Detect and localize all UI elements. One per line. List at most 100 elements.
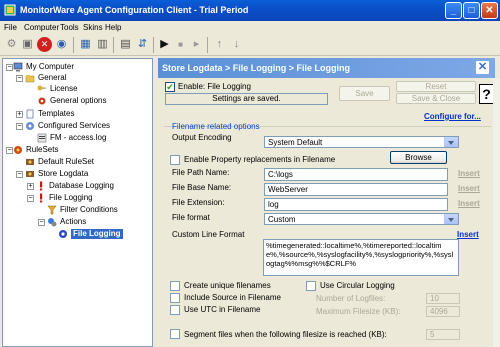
file-format-label: File format — [172, 213, 210, 222]
file-format-select[interactable]: Custom — [264, 213, 459, 225]
rule-icon — [26, 159, 34, 165]
collapse-toggle[interactable]: − — [6, 147, 13, 154]
collapse-toggle[interactable]: − — [38, 219, 45, 226]
max-filesize-label: Maximum Filesize (KB): — [316, 307, 401, 316]
menu-skins[interactable]: Skins — [83, 23, 103, 32]
save-button[interactable]: Save — [339, 86, 390, 101]
title-bar: MonitorWare Agent Configuration Client -… — [0, 0, 500, 21]
stop-small-icon[interactable]: ■ — [173, 37, 188, 52]
grid-icon[interactable]: ▥ — [95, 37, 110, 52]
ruleset-icon — [14, 146, 22, 154]
maximize-button[interactable]: □ — [463, 2, 480, 19]
key-icon — [37, 85, 46, 91]
collapse-toggle[interactable]: − — [16, 171, 23, 178]
play-icon[interactable]: ▶ — [157, 37, 172, 52]
output-encoding-label: Output Encoding — [172, 133, 232, 142]
menu-help[interactable]: Help — [105, 23, 121, 32]
panel-scrollbar[interactable] — [493, 78, 500, 347]
custom-line-textarea[interactable]: %timegenerated::localtime%,%timereported… — [263, 239, 459, 276]
collapse-toggle[interactable]: − — [16, 75, 23, 82]
tree-icon[interactable]: ▦ — [78, 37, 93, 52]
breadcrumb: Store Logdata > File Logging > File Logg… — [162, 63, 350, 73]
collapse-toggle[interactable]: − — [6, 64, 13, 71]
num-logfiles-input[interactable]: 10 — [426, 293, 460, 304]
num-logfiles-label: Number of Logfiles: — [316, 294, 386, 303]
status-message: Settings are saved. — [165, 93, 328, 105]
custom-line-label: Custom Line Format — [172, 230, 245, 239]
menu-computer[interactable]: Computer — [24, 23, 59, 32]
menu-file[interactable]: File — [4, 23, 17, 32]
computer-icon — [13, 62, 23, 72]
file-base-label: File Base Name: — [172, 183, 232, 192]
enable-label: Enable: File Logging — [178, 82, 251, 91]
menu-bar: File Computer Tools Skins Help — [0, 21, 500, 34]
connect-icon[interactable]: ◉ — [54, 37, 69, 52]
help-icon[interactable]: ? — [479, 84, 494, 104]
segment-size-input[interactable]: 5 — [426, 329, 460, 340]
export-icon[interactable]: ⇵ — [135, 37, 150, 52]
enable-checkbox[interactable]: ✔ — [165, 82, 175, 92]
expand-toggle[interactable]: + — [16, 111, 23, 118]
config-tree[interactable]: − My Computer − General License General … — [2, 58, 153, 347]
exclamation-icon — [40, 193, 43, 203]
segment-files-label: Segment files when the following filesiz… — [184, 330, 387, 339]
circular-logging-label: Use Circular Logging — [320, 281, 395, 290]
pause-play-icon[interactable]: ▸ — [189, 37, 204, 52]
chevron-down-icon — [444, 214, 458, 224]
save-close-button[interactable]: Save & Close — [396, 93, 476, 104]
insert-link-custom[interactable]: Insert — [457, 230, 479, 239]
panel-header: Store Logdata > File Logging > File Logg… — [158, 58, 495, 78]
output-encoding-select[interactable]: System Default — [264, 136, 459, 148]
template-icon — [26, 109, 34, 119]
include-source-label: Include Source in Filename — [184, 293, 281, 302]
file-ext-input[interactable]: log — [264, 198, 448, 211]
window-title: MonitorWare Agent Configuration Client -… — [20, 5, 249, 15]
max-filesize-input[interactable]: 4096 — [426, 306, 460, 317]
filter-icon — [47, 205, 57, 215]
browse-button[interactable]: Browse — [390, 151, 447, 164]
file-ext-label: File Extension: — [172, 198, 225, 207]
stop-icon[interactable]: ✕ — [37, 37, 52, 52]
up-arrow-icon[interactable]: ↑ — [212, 37, 227, 52]
minimize-button[interactable]: _ — [445, 2, 462, 19]
close-panel-icon[interactable]: ✕ — [476, 61, 489, 74]
property-replacements-checkbox[interactable] — [170, 155, 180, 165]
include-source-checkbox[interactable] — [170, 293, 180, 303]
use-utc-checkbox[interactable] — [170, 305, 180, 315]
file-monitor-icon — [37, 133, 47, 143]
property-replacements-label: Enable Property replacements in Filename — [184, 155, 336, 164]
settings-icon — [38, 97, 46, 105]
collapse-toggle[interactable]: − — [16, 123, 23, 130]
toolbar: ⚙ ▣ ✕ ◉ ▦ ▥ ▤ ⇵ ▶ ■ ▸ ↑ ↓ — [0, 34, 500, 56]
close-button[interactable]: ✕ — [481, 2, 498, 19]
reset-button[interactable]: Reset — [396, 81, 476, 92]
insert-link-base[interactable]: Insert — [458, 184, 480, 193]
circular-logging-checkbox[interactable] — [306, 281, 316, 291]
unique-filenames-label: Create unique filenames — [184, 281, 271, 290]
file-path-label: File Path Name: — [172, 168, 230, 177]
file-path-input[interactable]: C:\logs — [264, 168, 448, 181]
file-base-input[interactable]: WebServer — [264, 183, 448, 196]
gear-icon[interactable]: ⚙ — [4, 37, 19, 52]
group-label: Filename related options — [172, 122, 260, 131]
menu-tools[interactable]: Tools — [60, 23, 79, 32]
settings-panel: Store Logdata > File Logging > File Logg… — [158, 58, 500, 347]
app-icon — [4, 4, 16, 16]
services-icon — [26, 122, 34, 130]
down-arrow-icon[interactable]: ↓ — [229, 37, 244, 52]
unique-filenames-checkbox[interactable] — [170, 281, 180, 291]
configure-for-link[interactable]: Configure for... — [424, 112, 481, 121]
rule-icon — [26, 171, 34, 177]
exclamation-icon — [40, 181, 43, 191]
folder-icon — [25, 75, 35, 83]
insert-link-path[interactable]: Insert — [458, 169, 480, 178]
expand-toggle[interactable]: + — [27, 183, 34, 190]
chevron-down-icon — [444, 137, 458, 147]
document-icon[interactable]: ▤ — [118, 37, 133, 52]
segment-files-checkbox[interactable] — [170, 329, 180, 339]
insert-link-ext[interactable]: Insert — [458, 199, 480, 208]
action-icon — [59, 230, 67, 238]
save-icon[interactable]: ▣ — [20, 37, 35, 52]
collapse-toggle[interactable]: − — [27, 195, 34, 202]
use-utc-label: Use UTC in Filename — [184, 305, 261, 314]
